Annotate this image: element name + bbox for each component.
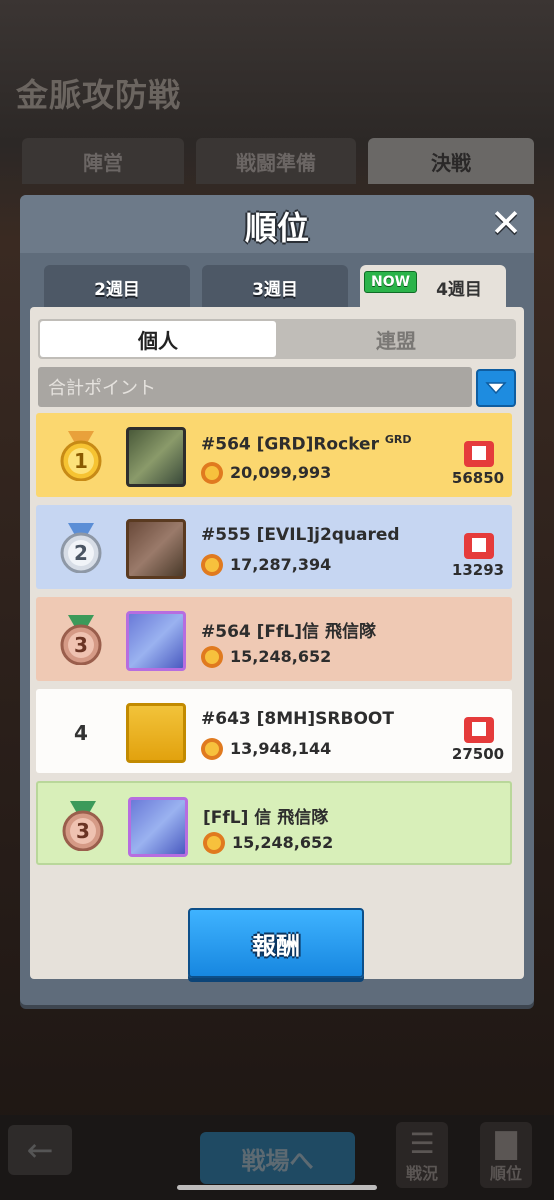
rank-number: 3: [74, 633, 88, 657]
avatar[interactable]: [126, 519, 186, 579]
flag-count: 13293: [451, 561, 505, 579]
avatar[interactable]: [126, 611, 186, 671]
points-value: 17,287,394: [230, 555, 332, 574]
badge-icon: [201, 646, 223, 668]
ranking-modal: 順位 ✕ 2週目 3週目 NOW 4週目 個人 連盟 合計ポイント 1 #564…: [20, 195, 534, 1005]
tab-week-4[interactable]: NOW 4週目: [360, 265, 506, 309]
segment-alliance[interactable]: 連盟: [278, 321, 514, 357]
background-tabs: 陣営 戦闘準備 決戦: [0, 138, 554, 184]
badge-icon: [201, 462, 223, 484]
podium-icon: ▇: [495, 1127, 517, 1160]
ranking-panel: 個人 連盟 合計ポイント 1 #564 [GRD]Rocker GRD 20,0…: [30, 307, 524, 979]
player-name: #643 [8MH]SRBOOT: [201, 709, 394, 729]
ranking-row-2[interactable]: 2 #555 [EVIL]j2quared 17,287,394 13293: [36, 505, 512, 589]
tab-battle[interactable]: 決戦: [368, 138, 534, 184]
flag-icon: [464, 717, 494, 743]
modal-title: 順位: [244, 209, 309, 247]
event-title: 金脈攻防戦: [16, 76, 182, 114]
tab-week-3[interactable]: 3週目: [202, 265, 348, 309]
flag-icon: [464, 533, 494, 559]
rank-number: 3: [76, 819, 90, 843]
status-button[interactable]: ☰ 戦況: [396, 1122, 448, 1188]
sort-select[interactable]: 合計ポイント: [38, 367, 472, 407]
ranking-button[interactable]: ▇ 順位: [480, 1122, 532, 1188]
ranking-row-3[interactable]: 3 #564 [FfL]信 飛信隊 15,248,652: [36, 597, 512, 681]
player-name: [FfL] 信 飛信隊: [203, 808, 329, 828]
player-name: #564 [GRD]Rocker GRD: [201, 433, 412, 455]
self-ranking-row[interactable]: 3 [FfL] 信 飛信隊 15,248,652: [36, 781, 512, 865]
player-name: #564 [FfL]信 飛信隊: [201, 622, 376, 642]
alliance-tag: GRD: [384, 433, 412, 446]
rank-number: 4: [74, 721, 88, 745]
list-icon: ☰: [409, 1127, 435, 1160]
tab-week-2[interactable]: 2週目: [44, 265, 190, 309]
status-label: 戦況: [405, 1164, 438, 1183]
flag-icon: [464, 441, 494, 467]
ranking-label: 順位: [489, 1164, 522, 1183]
arrow-left-icon: ←: [26, 1131, 54, 1169]
go-battlefield-button[interactable]: 戦場へ: [200, 1132, 355, 1184]
badge-icon: [201, 554, 223, 576]
home-indicator[interactable]: [177, 1185, 377, 1190]
avatar[interactable]: [126, 703, 186, 763]
points-value: 15,248,652: [230, 647, 332, 666]
segment-individual[interactable]: 個人: [40, 321, 276, 357]
tab-camp[interactable]: 陣営: [22, 138, 184, 184]
reward-button[interactable]: 報酬: [188, 908, 364, 978]
chevron-down-icon[interactable]: [476, 369, 516, 407]
player-name-text: #564 [GRD]Rocker: [201, 434, 379, 455]
points-value: 20,099,993: [230, 463, 332, 482]
ranking-row-4[interactable]: 4 #643 [8MH]SRBOOT 13,948,144 27500: [36, 689, 512, 773]
rank-number: 1: [74, 449, 88, 473]
badge-icon: [203, 832, 225, 854]
segment-control: 個人 連盟: [38, 319, 516, 359]
flag-count: 56850: [451, 469, 505, 487]
avatar[interactable]: [128, 797, 188, 857]
player-name: #555 [EVIL]j2quared: [201, 525, 400, 545]
points-value: 13,948,144: [230, 739, 332, 758]
now-badge: NOW: [364, 271, 418, 293]
avatar[interactable]: [126, 427, 186, 487]
tab-prepare[interactable]: 戦闘準備: [196, 138, 356, 184]
tab-week-4-label: 4週目: [436, 279, 482, 300]
ranking-row-1[interactable]: 1 #564 [GRD]Rocker GRD 20,099,993 56850: [36, 413, 512, 497]
points-value: 15,248,652: [232, 833, 334, 852]
rank-number: 2: [74, 541, 88, 565]
badge-icon: [201, 738, 223, 760]
back-button[interactable]: ←: [8, 1125, 72, 1175]
flag-count: 27500: [451, 745, 505, 763]
close-icon[interactable]: ✕: [486, 203, 526, 243]
